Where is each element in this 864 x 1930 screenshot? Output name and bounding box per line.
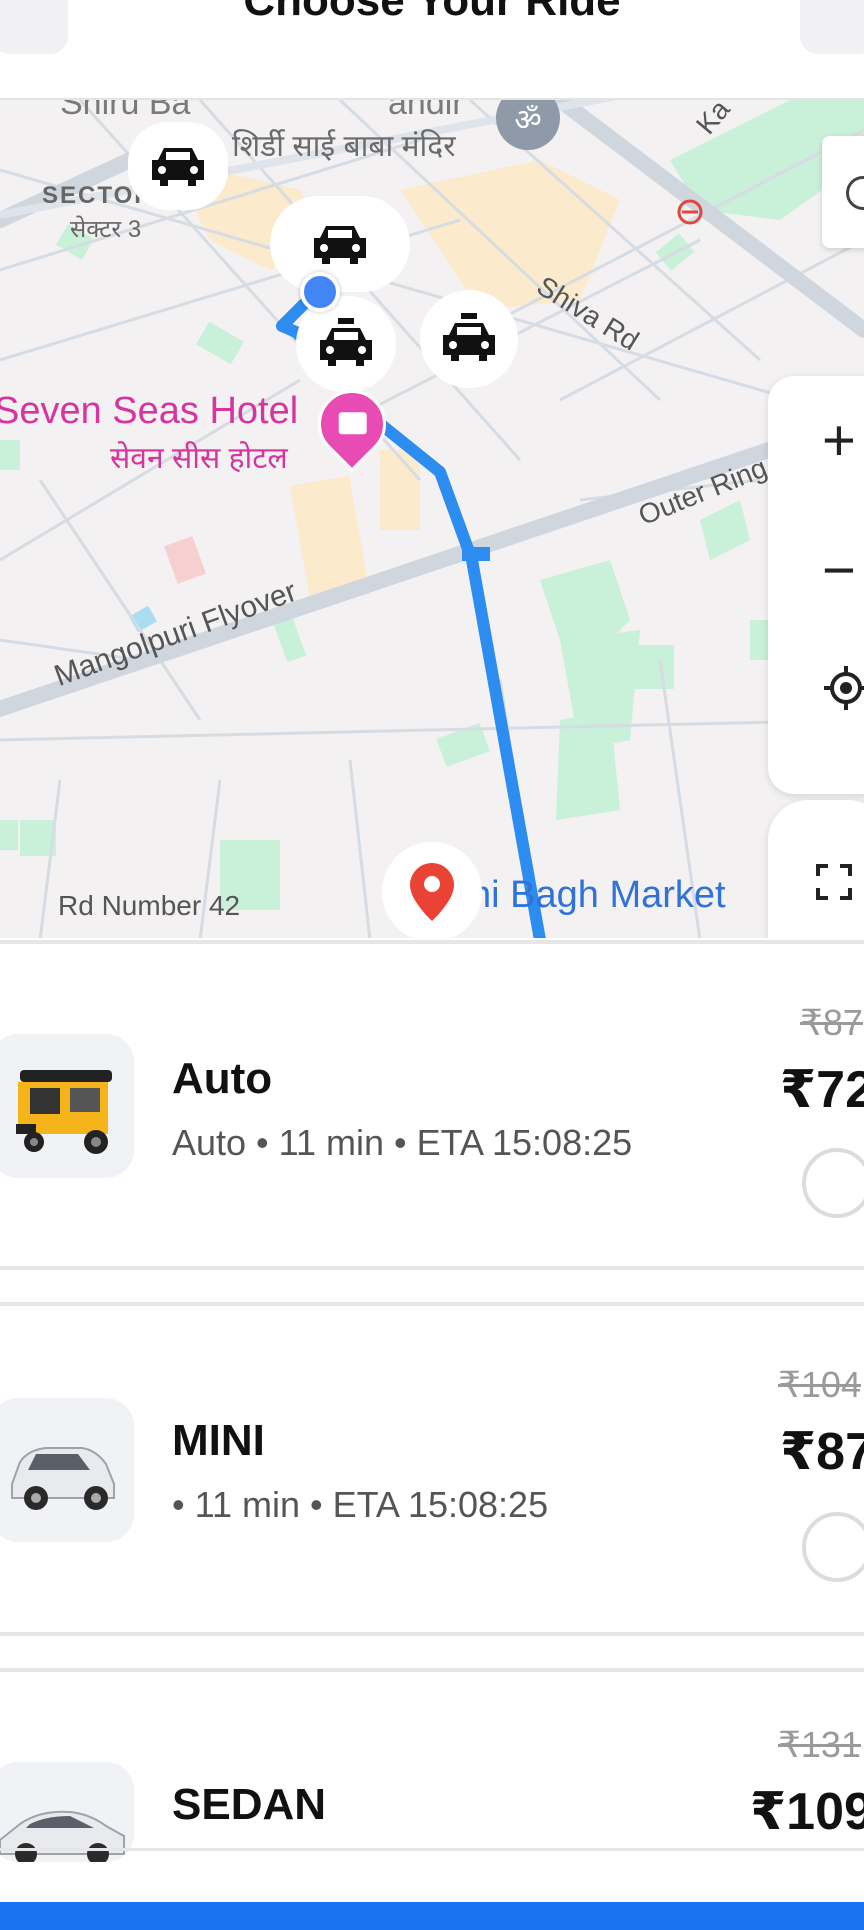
hatchback-car-image (0, 1398, 134, 1542)
current-location-dot-icon (300, 272, 340, 312)
map-label-hotel-en: Seven Seas Hotel (0, 390, 299, 432)
page-title: Choose Your Ride (243, 0, 621, 25)
ride-price: ₹109 (750, 1783, 864, 1841)
map-label-temple-hindi: शिर्डी साई बाबा मंदिर (232, 130, 456, 163)
map-view[interactable]: Shiru Ba andir शिर्डी साई बाबा मंदिर SEC… (0, 98, 864, 938)
fullscreen-button[interactable] (768, 800, 864, 938)
zoom-in-button[interactable]: + (822, 412, 856, 470)
my-location-icon (824, 666, 864, 710)
original-price: ₹87 (800, 1002, 863, 1043)
header-action-button[interactable] (800, 0, 864, 54)
divider (0, 1848, 864, 1851)
auto-rickshaw-image (0, 1034, 134, 1178)
divider (0, 1266, 864, 1270)
taxi-marker-icon[interactable] (420, 290, 518, 388)
divider (0, 1302, 864, 1306)
ride-meta: Auto • 11 min • ETA 15:08:25 (172, 1122, 633, 1163)
original-price: ₹131 (778, 1724, 861, 1765)
ride-name: MINI (172, 1416, 265, 1465)
ride-option-sedan[interactable]: SEDAN ₹131 ₹109 (0, 1668, 864, 1902)
divider (0, 1668, 864, 1672)
ride-price: ₹87 (780, 1423, 864, 1481)
ride-select-radio[interactable] (802, 1148, 864, 1218)
confirm-ride-button[interactable] (0, 1902, 864, 1930)
ride-option-mini[interactable]: MINI • 11 min • ETA 15:08:25 ₹104 ₹87 (0, 1302, 864, 1636)
destination-pin-icon[interactable] (382, 842, 482, 938)
car-marker-icon[interactable] (270, 196, 410, 292)
divider (0, 1632, 864, 1636)
map-label-sector-hi: सेक्टर 3 (70, 216, 142, 243)
fullscreen-icon (816, 864, 852, 900)
ride-name: Auto (172, 1054, 273, 1103)
compass-button[interactable] (822, 136, 864, 248)
map-controls-panel: + − (768, 376, 864, 794)
map-label-market: ni Bagh Market (470, 874, 726, 916)
taxi-marker-icon[interactable] (296, 296, 396, 392)
zoom-out-button[interactable]: − (822, 542, 856, 600)
map-label-hotel-hi: सेवन सीस होटल (110, 442, 288, 475)
sedan-car-image (0, 1762, 134, 1862)
original-price: ₹104 (778, 1364, 861, 1405)
divider (0, 940, 864, 944)
map-label-shirdi: Shiru Ba (60, 98, 191, 122)
ride-option-auto[interactable]: Auto Auto • 11 min • ETA 15:08:25 ₹87 ₹7… (0, 940, 864, 1270)
ride-select-radio[interactable] (802, 1512, 864, 1582)
ride-price: ₹72 (780, 1061, 864, 1119)
top-bar: Choose Your Ride (0, 0, 864, 98)
ride-name: SEDAN (172, 1780, 327, 1829)
ride-meta: • 11 min • ETA 15:08:25 (172, 1484, 549, 1525)
map-label-rd42: Rd Number 42 (58, 890, 241, 921)
my-location-button[interactable] (824, 666, 864, 710)
map-label-mandir: andir (388, 98, 464, 122)
car-marker-icon[interactable] (128, 122, 228, 210)
